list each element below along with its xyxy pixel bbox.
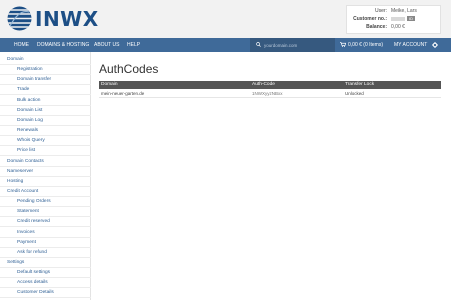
header: INWX User: Meike, Lars Customer no.: ID … — [0, 0, 451, 38]
sidebar-item-nameserver[interactable]: Nameserver — [0, 167, 91, 177]
gear-icon[interactable] — [432, 42, 438, 48]
sidebar-item-credit-reserved[interactable]: Credit reserved — [0, 217, 91, 228]
globe-icon — [7, 6, 32, 31]
inwx-logo[interactable]: INWX — [7, 6, 98, 32]
cart-icon — [340, 42, 347, 48]
balance-row: Balance: 0,00 € — [347, 24, 442, 31]
nav-help[interactable]: HELP — [127, 38, 140, 52]
sidebar-item-hosting[interactable]: Hosting — [0, 177, 91, 187]
sidebar-item-default-settings[interactable]: Default settings — [0, 268, 91, 279]
nav-home[interactable]: HOME — [14, 38, 29, 52]
main-navbar: HOME DOMAINS & HOSTING ABOUT US HELP 0,0… — [0, 38, 451, 52]
user-label: User: — [375, 8, 387, 14]
search-icon[interactable] — [256, 42, 261, 47]
sidebar-item-bulk-action[interactable]: Bulk action — [0, 96, 91, 106]
page-title: AuthCodes — [99, 62, 159, 76]
account-summary: User: Meike, Lars Customer no.: ID Balan… — [346, 5, 441, 34]
customer-id-badge: ID — [407, 16, 415, 22]
sidebar-item-settings[interactable]: Settings — [0, 258, 91, 268]
cell-domain: mein-neuer-garten.de — [101, 91, 145, 96]
sidebar-item-registration[interactable]: Registration — [0, 65, 91, 76]
customer-row: Customer no.: ID — [347, 16, 442, 23]
redacted-customer-number — [391, 16, 405, 21]
balance-value: 0,00 € — [391, 24, 405, 30]
sidebar-nav: Domain Registration Domain transfer Trade Bu… — [0, 52, 91, 300]
sidebar-item-price-list[interactable]: Price list — [0, 146, 91, 157]
sidebar-item-credit-account[interactable]: Credit Account — [0, 187, 91, 197]
nav-my-account[interactable]: MY ACCOUNT — [394, 38, 427, 52]
sidebar-item-domain-list[interactable]: Domain List — [0, 106, 91, 116]
sidebar-item-statement[interactable]: Statement — [0, 207, 91, 218]
customer-value: ID — [391, 16, 415, 23]
sidebar-item-whois-query[interactable]: Whois Query — [0, 136, 91, 147]
sidebar-item-access-details[interactable]: Access details — [0, 278, 91, 289]
sidebar-item-customer-details[interactable]: Customer Details — [0, 288, 91, 299]
sidebar-item-domain-transfer[interactable]: Domain transfer — [0, 75, 91, 86]
cell-auth-code: 1NWXyyzNBxx — [252, 91, 283, 96]
cart-label: 0,00 € (0 Items) — [348, 42, 384, 48]
sidebar-item-invoices[interactable]: Invoices — [0, 228, 91, 238]
nav-domains-hosting[interactable]: DOMAINS & HOSTING — [37, 38, 89, 52]
search-input[interactable] — [264, 41, 332, 49]
table-header: Domain Auth-Code Transfer Lock — [99, 81, 441, 89]
main-content: AuthCodes Domain Auth-Code Transfer Lock… — [91, 52, 451, 300]
sidebar-item-payment[interactable]: Payment — [0, 238, 91, 248]
sidebar-item-domain-contacts[interactable]: Domain Contacts — [0, 157, 91, 167]
table-row[interactable]: mein-neuer-garten.de 1NWXyyzNBxx Unlocke… — [99, 89, 441, 98]
cart-button[interactable]: 0,00 € (0 Items) — [340, 38, 383, 52]
column-header-transfer-lock: Transfer Lock — [345, 82, 375, 87]
nav-about-us[interactable]: ABOUT US — [94, 38, 119, 52]
column-header-auth-code: Auth-Code — [252, 82, 275, 87]
sidebar-item-domain-log[interactable]: Domain Log — [0, 116, 91, 126]
balance-label: Balance: — [366, 24, 387, 30]
column-header-domain: Domain — [101, 82, 118, 87]
logo-text: INWX — [35, 7, 99, 31]
search-box — [250, 38, 335, 52]
cell-transfer-lock: Unlocked — [345, 91, 364, 96]
customer-label: Customer no.: — [353, 16, 387, 22]
sidebar-item-domain[interactable]: Domain — [0, 55, 91, 65]
user-value: Meike, Lars — [391, 8, 417, 14]
sidebar-item-pending-orders[interactable]: Pending Orders — [0, 197, 91, 208]
sidebar-item-renewals[interactable]: Renewals — [0, 126, 91, 137]
user-row: User: Meike, Lars — [347, 8, 442, 15]
sidebar-item-ask-for-refund[interactable]: Ask for refund — [0, 248, 91, 258]
sidebar-item-trade[interactable]: Trade — [0, 85, 91, 96]
